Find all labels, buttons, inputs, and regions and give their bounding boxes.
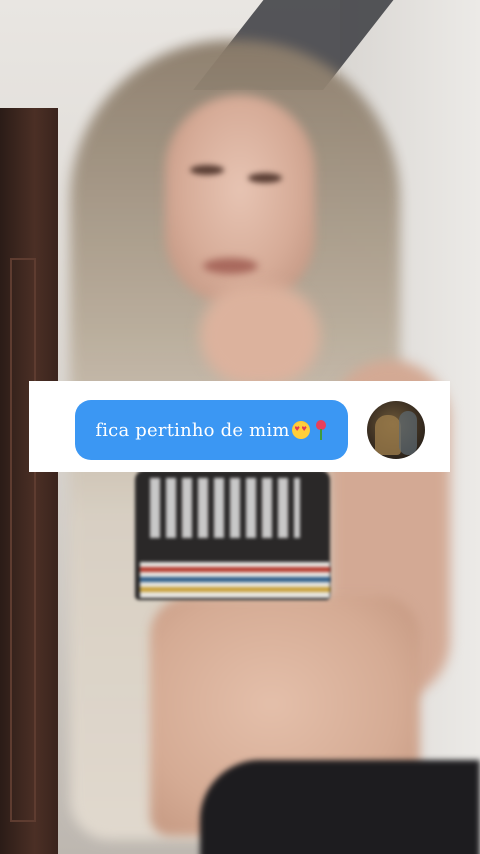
comment-text: fica pertinho de mim [95,419,290,441]
heart-eyes-cat-emoji-icon [291,421,310,439]
rose-emoji-icon [314,420,328,440]
person-hand [200,285,320,385]
commenter-avatar[interactable] [367,401,425,459]
crop-top-print [150,478,300,538]
door-panel [10,258,36,822]
background-door [0,108,58,854]
person-eye-right [248,173,282,183]
comment-reply-sticker[interactable]: fica pertinho de mim [29,381,450,472]
video-screen[interactable]: fica pertinho de mim [0,0,480,854]
crop-top-stripes [140,562,330,598]
person-mouth [203,258,258,274]
person-pants [200,760,480,854]
person-eye-left [190,165,224,175]
avatar-figure [375,415,401,455]
avatar-figure-secondary [399,411,417,455]
comment-bubble[interactable]: fica pertinho de mim [75,400,348,460]
